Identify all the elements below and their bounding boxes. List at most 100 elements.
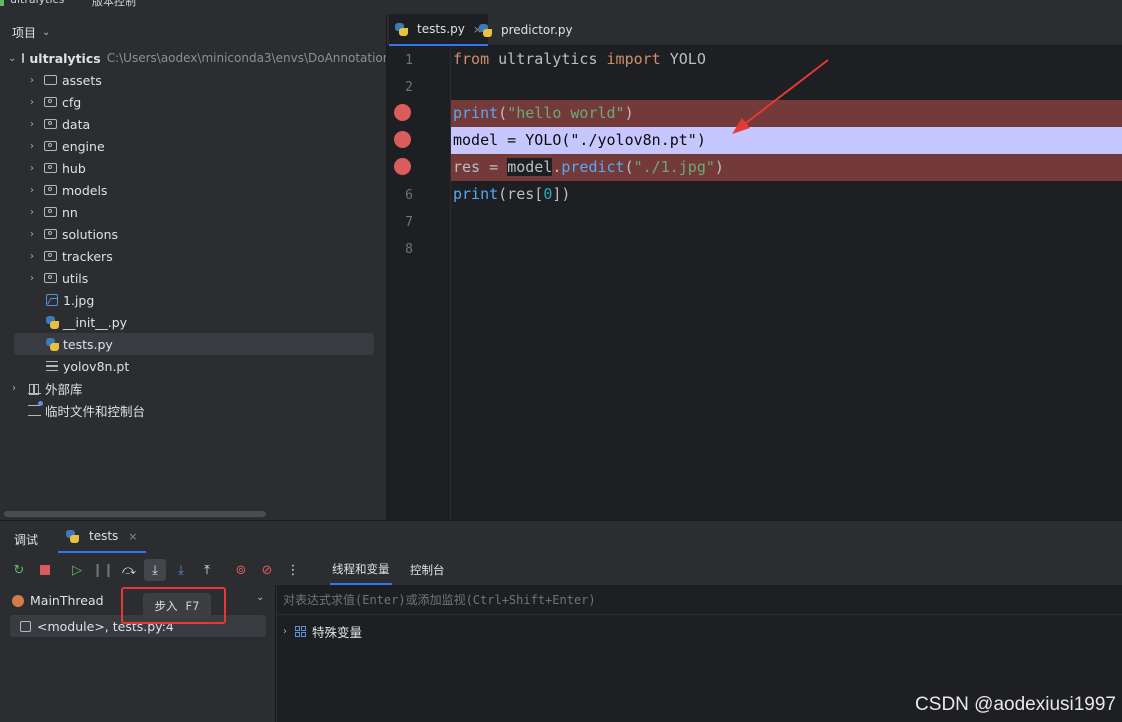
chevron-down-icon[interactable]: ⌄ [256,592,264,603]
tree-file-1jpg[interactable]: 1.jpg [0,289,386,311]
library-icon [28,383,41,395]
import-name: YOLO [660,50,706,68]
tree-folder-label: trackers [62,248,113,264]
step-into-icon[interactable]: ⤓ [144,559,166,581]
tab-predictor-py[interactable]: predictor.py [473,14,579,46]
code-line-4-current[interactable]: model = YOLO("./yolov8n.pt") [451,127,1122,154]
chevron-right-icon[interactable]: › [26,75,38,86]
tree-folder-label: nn [62,204,78,220]
tree-root-label: ultralytics [29,50,101,66]
tree-folder-label: assets [62,72,102,88]
tree-folder-cfg[interactable]: › cfg [0,91,386,113]
paren: ( [624,158,634,176]
package-folder-icon [44,185,57,195]
tab-console[interactable]: 控制台 [410,555,445,585]
function-name: predict [561,158,625,176]
debug-run-tab[interactable]: tests × [58,521,146,553]
folder-icon [44,75,57,85]
close-icon[interactable]: × [128,530,137,543]
chevron-right-icon[interactable]: › [26,207,38,218]
tree-folder-models[interactable]: › models [0,179,386,201]
folder-icon [22,53,25,63]
python-file-icon [66,529,79,543]
code-line-5[interactable]: res = model.predict("./1.jpg") [451,154,1122,181]
more-options-icon[interactable]: ⋮ [282,559,304,581]
evaluate-bar [277,585,1122,615]
chevron-right-icon[interactable]: › [26,229,38,240]
tree-folder-engine[interactable]: › engine [0,135,386,157]
tree-folder-nn[interactable]: › nn [0,201,386,223]
breakpoint-icon[interactable] [394,131,411,148]
chevron-right-icon[interactable]: › [26,185,38,196]
tree-file-init[interactable]: __init__.py [0,311,386,333]
tab-label: predictor.py [501,23,573,37]
evaluate-expression-input[interactable] [283,591,783,609]
tree-folder-utils[interactable]: › utils [0,267,386,289]
chevron-right-icon[interactable]: › [26,163,38,174]
breakpoint-icon[interactable] [394,104,411,121]
python-file-icon [479,23,492,37]
function-name: print [453,185,499,203]
code-line-1[interactable]: from ultralytics import YOLO [451,46,1122,73]
chevron-right-icon[interactable]: › [26,273,38,284]
tree-external-libraries[interactable]: › 外部库 [0,377,386,399]
resume-icon[interactable]: ▷ [66,559,88,581]
tab-threads-variables[interactable]: 线程和变量 [330,555,392,585]
python-file-icon [46,315,59,329]
tree-folder-label: engine [62,138,105,154]
tree-folder-data[interactable]: › data [0,113,386,135]
tree-scratches[interactable]: 临时文件和控制台 [0,399,386,421]
horizontal-scrollbar[interactable] [4,511,266,517]
tree-folder-hub[interactable]: › hub [0,157,386,179]
vcs-menu[interactable]: 版本控制 [92,0,136,9]
code-text: model = YOLO("./yolov8n.pt") [453,131,706,149]
tree-folder-solutions[interactable]: › solutions [0,223,386,245]
line-gutter[interactable]: 1 2 6 7 8 [387,46,451,520]
stop-icon[interactable] [34,559,56,581]
tree-file-tests[interactable]: tests.py [0,333,386,355]
line-number: 8 [405,242,413,257]
tree-folder-label: models [62,182,108,198]
package-folder-icon [44,273,57,283]
function-name: print [453,104,499,122]
tree-file-yolov8n[interactable]: yolov8n.pt [0,355,386,377]
code-text: ]) [552,185,571,203]
image-icon [46,294,58,306]
paren: ( [498,104,508,122]
code-editor: tests.py × predictor.py 1 2 6 7 8 from u… [386,14,1122,520]
mute-breakpoints-icon[interactable]: ⊘ [256,559,278,581]
chevron-right-icon[interactable]: › [8,383,20,394]
special-variables-icon [295,625,306,637]
tree-folder-assets[interactable]: › assets [0,69,386,91]
line-number: 6 [405,188,413,203]
project-name[interactable]: ultralytics [10,0,64,6]
chevron-right-icon[interactable]: › [283,626,287,637]
chevron-right-icon[interactable]: › [26,141,38,152]
special-variables-label: 特殊变量 [312,624,363,640]
keyword: from [453,50,490,68]
chevron-right-icon[interactable]: › [26,119,38,130]
step-over-icon[interactable]: ⤼ [118,559,140,581]
tree-file-label: 1.jpg [63,292,95,308]
rerun-icon[interactable]: ↻ [8,559,30,581]
string-literal: "./1.jpg" [633,158,715,176]
special-variables-row[interactable]: › 特殊变量 [283,621,362,641]
tree-root[interactable]: ⌄ ultralytics C:\Users\aodex\miniconda3\… [0,47,386,69]
tree-folder-label: utils [62,270,89,286]
step-out-icon[interactable]: ⤒ [196,559,218,581]
step-into-my-code-icon[interactable]: ⤓ [170,559,192,581]
thread-icon [12,595,24,607]
tree-folder-trackers[interactable]: › trackers [0,245,386,267]
breakpoint-icon[interactable] [394,158,411,175]
tree-folder-label: hub [62,160,86,176]
view-breakpoints-icon[interactable]: ⊚ [230,559,252,581]
chevron-down-icon[interactable]: ⌄ [8,53,16,64]
project-panel-header[interactable]: 项目 ⌄ [12,24,50,41]
code-line-3[interactable]: print("hello world") [451,100,1122,127]
pause-icon[interactable]: ❙❙ [92,559,114,581]
chevron-right-icon[interactable]: › [26,97,38,108]
code-text: res = [453,158,508,176]
code-line-6[interactable]: print(res[0]) [451,181,1122,208]
project-badge-icon [0,0,4,6]
chevron-right-icon[interactable]: › [26,251,38,262]
